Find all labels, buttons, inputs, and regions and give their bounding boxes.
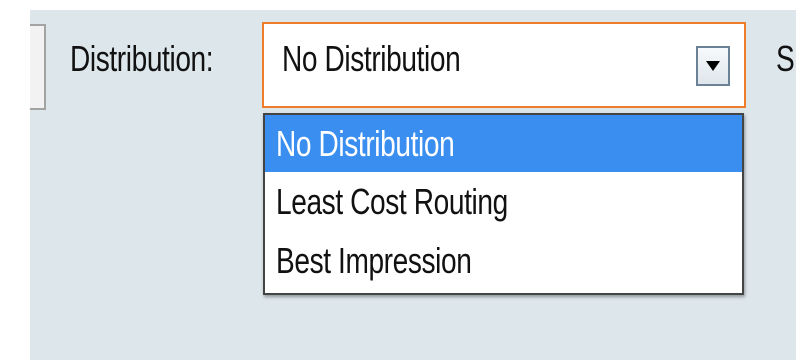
option-label: Best Impression	[276, 240, 472, 281]
distribution-selected-value: No Distribution	[282, 38, 461, 79]
distribution-select[interactable]: No Distribution	[262, 22, 746, 108]
option-best-impression[interactable]: Best Impression	[265, 232, 742, 289]
dropdown-arrow-button[interactable]	[696, 46, 730, 86]
previous-control-edge[interactable]	[30, 24, 46, 110]
option-label: No Distribution	[276, 123, 455, 164]
option-no-distribution[interactable]: No Distribution	[265, 115, 742, 172]
distribution-label: Distribution:	[70, 38, 214, 79]
chevron-down-icon	[706, 61, 720, 71]
distribution-options-list: No Distribution Least Cost Routing Best …	[263, 113, 744, 295]
option-least-cost-routing[interactable]: Least Cost Routing	[265, 173, 742, 230]
next-field-label: S	[776, 38, 795, 79]
option-label: Least Cost Routing	[276, 181, 508, 222]
